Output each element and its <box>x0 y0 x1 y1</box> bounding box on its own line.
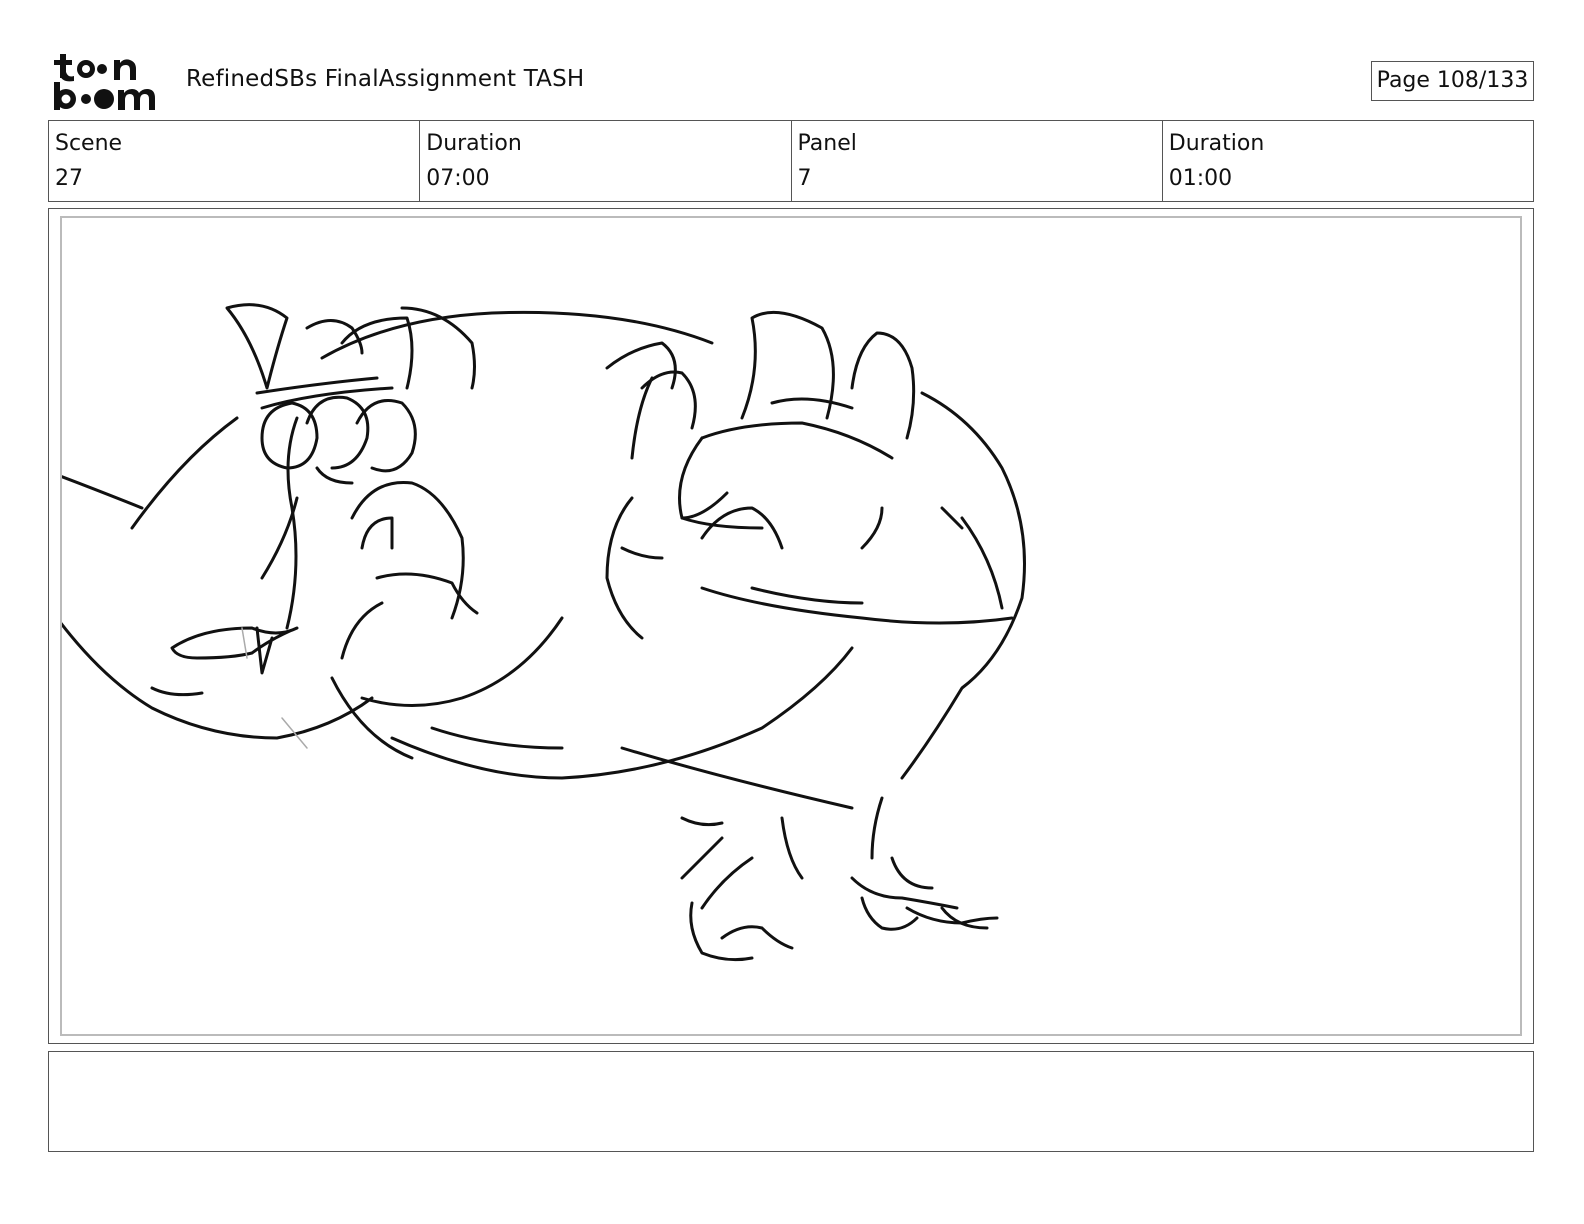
scene-cell: Scene 27 <box>49 121 419 201</box>
panel-cell: Panel 7 <box>790 121 1162 201</box>
scene-duration-cell: Duration 07:00 <box>419 121 790 201</box>
panel-duration-value: 01:00 <box>1168 166 1233 191</box>
scene-duration-value: 07:00 <box>426 166 490 191</box>
document-title: RefinedSBs FinalAssignment TASH <box>186 66 585 92</box>
panel-value: 7 <box>797 166 812 191</box>
storyboard-panel <box>60 216 1522 1036</box>
creature-sketch <box>62 303 1026 962</box>
panel-notes-box <box>48 1051 1534 1152</box>
panel-duration-label: Duration <box>1168 131 1265 156</box>
scene-info-table: Scene 27 Duration 07:00 Panel 7 Duration… <box>48 120 1534 202</box>
panel-label: Panel <box>797 131 857 156</box>
toon-boom-logo <box>54 54 155 110</box>
scene-duration-label: Duration <box>426 131 522 156</box>
panel-duration-cell: Duration 01:00 <box>1161 121 1533 201</box>
scene-value: 27 <box>55 166 83 191</box>
page-indicator: Page 108/133 <box>1371 61 1534 101</box>
scene-label: Scene <box>55 131 123 156</box>
storyboard-panel-frame <box>48 208 1534 1044</box>
